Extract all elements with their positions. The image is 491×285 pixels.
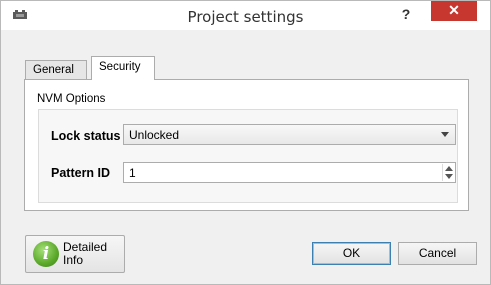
lock-status-value: Unlocked [129,128,180,142]
close-button[interactable]: ✕ [431,1,477,21]
info-icon: i [33,241,59,267]
detailed-info-button[interactable]: i Detailed Info [25,235,125,273]
ok-button[interactable]: OK [312,242,391,265]
title-bar[interactable]: Project settings ? ✕ [1,1,490,30]
detailed-info-line1: Detailed [63,240,108,254]
detailed-info-label: Detailed Info [63,241,107,267]
spin-up-icon[interactable] [445,166,453,171]
pattern-id-spinbox[interactable]: 1 [123,162,456,183]
project-settings-dialog: Project settings ? ✕ General Security NV… [0,0,491,285]
lock-status-select[interactable]: Unlocked [123,124,456,145]
spin-buttons [442,164,454,181]
nvm-options-title: NVM Options [37,93,106,105]
detailed-info-line2: Info [63,253,84,267]
tab-general[interactable]: General [25,60,87,79]
tab-security[interactable]: Security [91,56,155,80]
lock-status-label: Lock status [51,129,121,143]
help-button[interactable]: ? [393,4,419,26]
pattern-id-value: 1 [129,166,136,180]
spin-down-icon[interactable] [445,174,453,179]
chevron-down-icon [441,132,449,137]
pattern-id-label: Pattern ID [51,166,111,180]
cancel-button[interactable]: Cancel [398,242,477,265]
